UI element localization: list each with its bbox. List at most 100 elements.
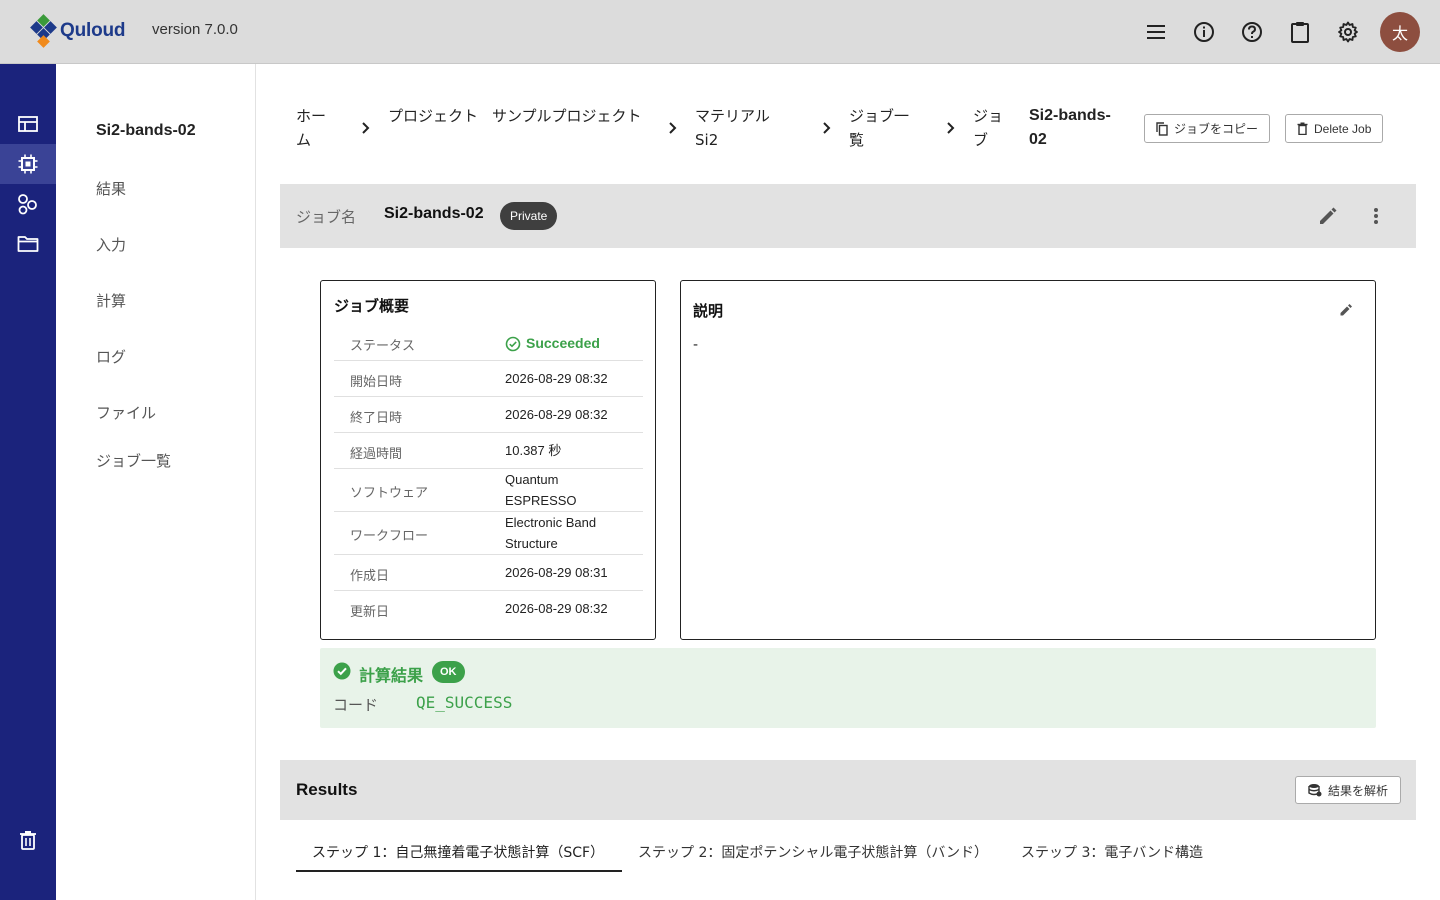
logo-text: Quloud: [60, 20, 126, 41]
breadcrumb-job-label[interactable]: ジョブ: [973, 104, 1009, 152]
overview-row-value: 10.387 秒: [505, 443, 562, 458]
check-circle-icon: [505, 336, 521, 351]
delete-job-label: Delete Job: [1314, 121, 1372, 136]
help-icon[interactable]: [1236, 16, 1268, 48]
overview-row: ワークフロー Electronic Band Structure: [334, 512, 643, 555]
check-circle-filled-icon: [333, 662, 351, 680]
chip-icon: [18, 154, 38, 174]
overview-row-label: 終了日時: [350, 411, 403, 426]
calc-result-title: 計算結果: [359, 666, 424, 685]
overview-row: 経過時間 10.387 秒: [334, 433, 643, 469]
description-title: 説明: [693, 302, 724, 320]
overview-row-label: 更新日: [350, 605, 390, 620]
breadcrumb-project-label[interactable]: プロジェクト: [388, 104, 486, 128]
results-title: Results: [296, 780, 358, 799]
quloud-logo-icon: [30, 14, 57, 48]
calc-result-badge: OK: [432, 661, 465, 683]
chevron-right-icon: [362, 122, 370, 134]
edit-icon[interactable]: [1339, 303, 1353, 317]
clipboard-icon[interactable]: [1284, 16, 1316, 48]
overview-row: ソフトウェア Quantum ESPRESSO: [334, 469, 643, 512]
chevron-right-icon: [669, 122, 677, 134]
breadcrumb-home[interactable]: ホーム: [296, 104, 336, 152]
job-overview-card: ジョブ概要 ステータス Succeeded 開始日時 2026-08-29 08…: [320, 280, 656, 640]
breadcrumb-joblist[interactable]: ジョブ一覧: [849, 104, 919, 152]
copy-icon: [1156, 121, 1168, 136]
visibility-badge: Private: [500, 202, 558, 230]
app-logo[interactable]: Quloud: [30, 14, 125, 48]
overview-row: 開始日時 2026-08-29 08:32: [334, 361, 643, 397]
more-vert-icon[interactable]: [1364, 204, 1388, 228]
copy-job-label: ジョブをコピー: [1174, 122, 1259, 136]
results-header: Results 結果を解析: [280, 760, 1416, 820]
overview-row: 更新日 2026-08-29 08:32: [334, 591, 643, 627]
breadcrumb-project-name[interactable]: サンプルプロジェクト: [492, 104, 642, 128]
edit-icon[interactable]: [1316, 204, 1340, 228]
rail-job-icon[interactable]: [0, 144, 56, 184]
calc-result-banner: 計算結果 OK コード QE_SUCCESS: [320, 648, 1376, 728]
overview-row-label: 経過時間: [350, 447, 403, 462]
menu-icon[interactable]: [1140, 16, 1172, 48]
breadcrumb-material-label[interactable]: マテリアル: [695, 104, 795, 128]
overview-row-value: 2026-08-29 08:32: [505, 371, 608, 386]
tab-step-2[interactable]: ステップ 2：固定ポテンシャル電子状態計算（バンド）: [622, 842, 1004, 872]
job-name-label: ジョブ名: [296, 208, 357, 226]
user-avatar[interactable]: 太: [1380, 12, 1420, 52]
subnav-item-joblist[interactable]: ジョブ一覧: [96, 450, 171, 471]
subnav-item-input[interactable]: 入力: [96, 234, 126, 255]
table-icon: [18, 116, 38, 132]
calc-code-value: QE_SUCCESS: [416, 693, 513, 712]
overview-row-value: Quantum ESPRESSO: [505, 472, 577, 508]
copy-job-button[interactable]: ジョブをコピー: [1144, 114, 1271, 143]
subnav-item-results[interactable]: 結果: [96, 178, 126, 199]
side-rail: [0, 64, 56, 900]
overview-row-value: 2026-08-29 08:32: [505, 407, 608, 422]
chevron-right-icon: [947, 122, 955, 134]
folder-icon: [17, 236, 39, 252]
rail-materials-icon[interactable]: [0, 184, 56, 224]
tab-step-1[interactable]: ステップ 1：自己無撞着電子状態計算（SCF）: [296, 842, 622, 872]
tab-step-3[interactable]: ステップ 3：電子バンド構造: [1005, 842, 1219, 872]
job-name-bar: ジョブ名 Si2-bands-02 Private: [280, 184, 1416, 248]
overview-title: ジョブ概要: [334, 297, 410, 315]
gear-icon[interactable]: [1332, 16, 1364, 48]
rail-trash-icon[interactable]: [0, 820, 56, 860]
overview-row: 終了日時 2026-08-29 08:32: [334, 397, 643, 433]
overview-row-status: ステータス Succeeded: [334, 325, 643, 361]
overview-row-value: 2026-08-29 08:32: [505, 601, 608, 616]
breadcrumb-material-name[interactable]: Si2: [695, 128, 795, 152]
breadcrumb-current-job: Si2-bands-02: [1029, 107, 1111, 148]
top-toolbar: [1124, 16, 1364, 48]
overview-row-label: 作成日: [350, 569, 390, 584]
avatar-initial: 太: [1391, 24, 1408, 43]
status-label: ステータス: [350, 339, 416, 354]
delete-job-button[interactable]: Delete Job: [1285, 114, 1384, 143]
subnav-item-files[interactable]: ファイル: [96, 402, 156, 423]
subnav-title: Si2-bands-02: [96, 122, 196, 139]
status-text: Succeeded: [526, 335, 600, 351]
subnav-item-log[interactable]: ログ: [96, 346, 126, 367]
job-subnav: Si2-bands-02 結果 入力 計算 ログ ファイル ジョブ一覧: [56, 64, 256, 900]
chevron-right-icon: [823, 122, 831, 134]
calc-code-label: コード: [333, 696, 379, 714]
rail-table-icon[interactable]: [0, 104, 56, 144]
description-text: -: [693, 337, 699, 353]
subnav-item-calculation[interactable]: 計算: [96, 290, 126, 311]
info-icon[interactable]: [1188, 16, 1220, 48]
trash-icon: [1297, 122, 1308, 135]
rail-folder-icon[interactable]: [0, 224, 56, 264]
shapes-icon: [18, 194, 37, 215]
overview-row-label: ソフトウェア: [350, 486, 429, 501]
analyze-results-button[interactable]: 結果を解析: [1295, 776, 1402, 804]
overview-row-value: 2026-08-29 08:31: [505, 565, 608, 580]
description-card: 説明 -: [680, 280, 1376, 640]
analyze-results-label: 結果を解析: [1328, 783, 1389, 798]
status-value: Succeeded: [505, 333, 635, 354]
trash-icon: [20, 831, 36, 850]
overview-row-value: Electronic Band Structure: [505, 515, 597, 551]
job-name: Si2-bands-02: [384, 205, 484, 222]
app-version: version 7.0.0: [152, 21, 238, 38]
overview-row-label: ワークフロー: [350, 529, 429, 544]
database-icon: [1308, 784, 1322, 797]
top-app-bar: Quloud version 7.0.0 太: [0, 0, 1440, 64]
